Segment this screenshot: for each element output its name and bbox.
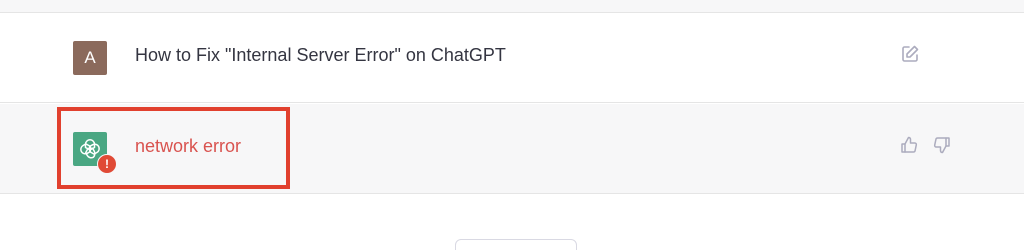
thumbs-down-icon[interactable] [932,135,952,155]
chat-page: A How to Fix "Internal Server Error" on … [0,0,1024,250]
edit-icon[interactable] [900,44,920,64]
user-message-text: How to Fix "Internal Server Error" on Ch… [135,45,506,65]
regenerate-response-button[interactable] [455,239,577,250]
user-avatar: A [73,41,107,75]
previous-message-strip [0,0,1024,13]
user-message-row: A How to Fix "Internal Server Error" on … [0,13,1024,103]
thumbs-up-icon[interactable] [899,135,919,155]
error-highlight-box [57,107,290,189]
